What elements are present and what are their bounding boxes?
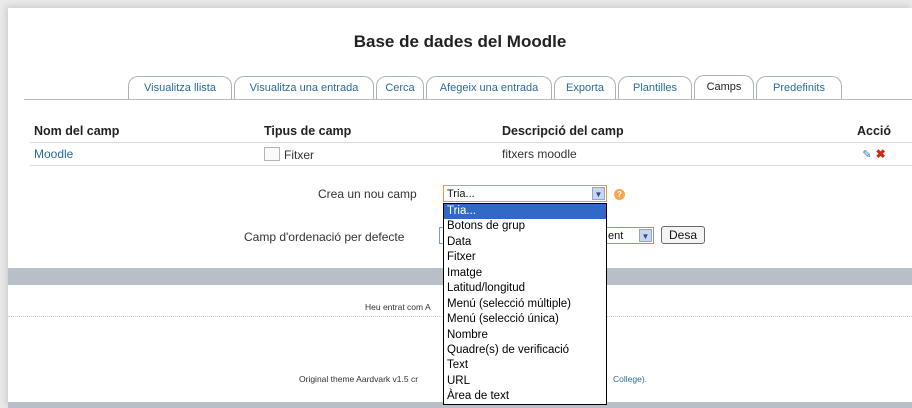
header-field-description: Descripció del camp (502, 124, 624, 138)
dropdown-option[interactable]: Fitxer (444, 250, 606, 265)
field-type-label: Fitxer (284, 147, 314, 162)
dropdown-option[interactable]: Tria... (444, 204, 606, 220)
dropdown-option[interactable]: Nombre (444, 328, 606, 343)
field-name-cell: Moodle (30, 142, 260, 166)
dropdown-option[interactable]: Àrea de text (444, 389, 606, 404)
tab-search[interactable]: Cerca (376, 76, 424, 99)
field-type-cell: Fitxer (260, 142, 498, 166)
dropdown-option[interactable]: Botons de grup (444, 219, 606, 234)
page-title: Base de dades del Moodle (353, 32, 567, 51)
dropdown-option[interactable]: Latitud/longitud (444, 281, 606, 296)
dropdown-option[interactable]: Menú (selecció múltiple) (444, 297, 606, 312)
action-cell: ✎ ✖ (836, 142, 912, 166)
save-button[interactable]: Desa (661, 226, 705, 244)
tab-add-entry[interactable]: Afegeix una entrada (426, 76, 552, 99)
dropdown-option[interactable]: Quadre(s) de verificació (444, 343, 606, 358)
new-field-select[interactable]: Tria... ▼ (443, 185, 607, 202)
help-icon[interactable]: ? (614, 189, 625, 200)
default-sort-label: Camp d'ordenació per defecte (244, 230, 405, 244)
theme-credit: Original theme Aardvark v1.5 cr (299, 374, 419, 384)
dropdown-option[interactable]: URL (444, 374, 606, 389)
header-action: Acció (856, 124, 892, 138)
tab-presets[interactable]: Predefinits (756, 76, 842, 99)
fields-table: Nom del camp Tipus de camp Descripció de… (30, 120, 912, 166)
tab-templates[interactable]: Plantilles (618, 76, 692, 99)
dropdown-option[interactable]: Text (444, 358, 606, 373)
table-row: Moodle Fitxer fitxers moodle ✎ ✖ (30, 142, 912, 166)
chevron-down-icon[interactable]: ▼ (639, 229, 652, 242)
edit-icon[interactable]: ✎ (862, 149, 871, 161)
dropdown-option[interactable]: Menú (selecció única) (444, 312, 606, 327)
chevron-down-icon[interactable]: ▼ (592, 187, 605, 200)
tab-view-entry[interactable]: Visualitza una entrada (234, 76, 374, 99)
field-name-link[interactable]: Moodle (34, 147, 73, 161)
dropdown-option[interactable]: Data (444, 235, 606, 250)
field-description-cell: fitxers moodle (498, 142, 836, 166)
field-type-dropdown-list[interactable]: Tria... Botons de grup Data Fitxer Imatg… (443, 203, 607, 405)
tab-export[interactable]: Exporta (554, 76, 616, 99)
sort-order-select[interactable]: ent ▼ (604, 227, 654, 244)
table-header-row: Nom del camp Tipus de camp Descripció de… (30, 120, 912, 143)
delete-icon[interactable]: ✖ (876, 147, 886, 161)
dropdown-option[interactable]: Imatge (444, 266, 606, 281)
header-field-type: Tipus de camp (264, 124, 352, 138)
header-field-name: Nom del camp (34, 124, 120, 138)
new-field-label: Crea un nou camp (318, 187, 417, 201)
new-field-select-value: Tria... (447, 188, 475, 200)
theme-credit-link[interactable]: College). (613, 374, 647, 384)
tab-view-list[interactable]: Visualitza llista (128, 76, 232, 99)
file-icon (264, 146, 280, 161)
sort-order-value: ent (608, 230, 624, 242)
login-info: Heu entrat com A (365, 302, 431, 312)
tab-fields[interactable]: Camps (694, 75, 754, 100)
tab-divider (24, 99, 912, 100)
